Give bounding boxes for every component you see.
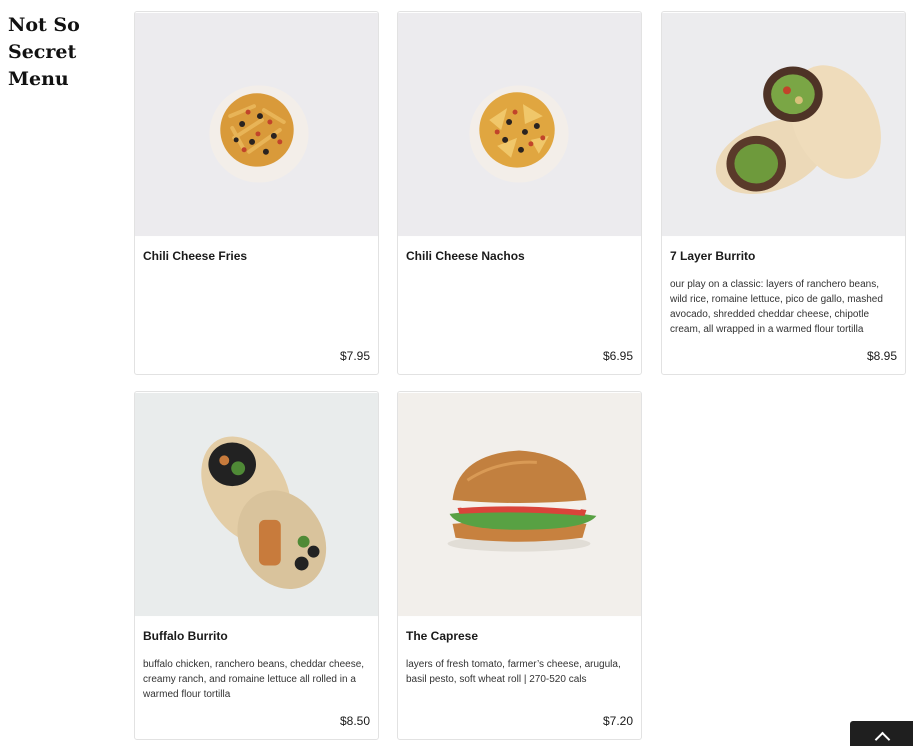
buffalo-burrito-image bbox=[135, 392, 378, 617]
chevron-up-icon bbox=[874, 731, 891, 747]
item-price: $8.50 bbox=[339, 714, 370, 728]
section-title: Not So Secret Menu bbox=[8, 14, 80, 90]
menu-card-chili-cheese-fries[interactable]: Chili Cheese Fries $7.95 bbox=[134, 11, 379, 375]
item-name: The Caprese bbox=[406, 629, 479, 643]
item-description: layers of fresh tomato, farmer’s cheese,… bbox=[406, 659, 621, 685]
menu-card-7-layer-burrito[interactable]: 7 Layer Burrito our play on a classic: l… bbox=[661, 11, 906, 375]
item-price: $7.20 bbox=[602, 714, 633, 728]
scroll-to-top-button[interactable] bbox=[850, 721, 913, 747]
the-caprese-image bbox=[398, 392, 641, 617]
item-price: $7.95 bbox=[339, 349, 370, 363]
item-price: $8.95 bbox=[866, 349, 897, 363]
item-name: Buffalo Burrito bbox=[143, 629, 228, 643]
chili-cheese-fries-image bbox=[135, 12, 378, 237]
menu-card-the-caprese[interactable]: The Caprese layers of fresh tomato, farm… bbox=[397, 391, 642, 740]
item-description: our play on a classic: layers of rancher… bbox=[670, 279, 883, 335]
menu-card-chili-cheese-nachos[interactable]: Chili Cheese Nachos $6.95 bbox=[397, 11, 642, 375]
7-layer-burrito-image bbox=[662, 12, 905, 237]
item-price: $6.95 bbox=[602, 349, 633, 363]
item-name: 7 Layer Burrito bbox=[670, 249, 756, 263]
chili-cheese-nachos-image bbox=[398, 12, 641, 237]
item-description: buffalo chicken, ranchero beans, cheddar… bbox=[143, 659, 365, 700]
item-name: Chili Cheese Fries bbox=[143, 249, 248, 263]
menu-card-buffalo-burrito[interactable]: Buffalo Burrito buffalo chicken, rancher… bbox=[134, 391, 379, 740]
item-name: Chili Cheese Nachos bbox=[406, 249, 525, 263]
